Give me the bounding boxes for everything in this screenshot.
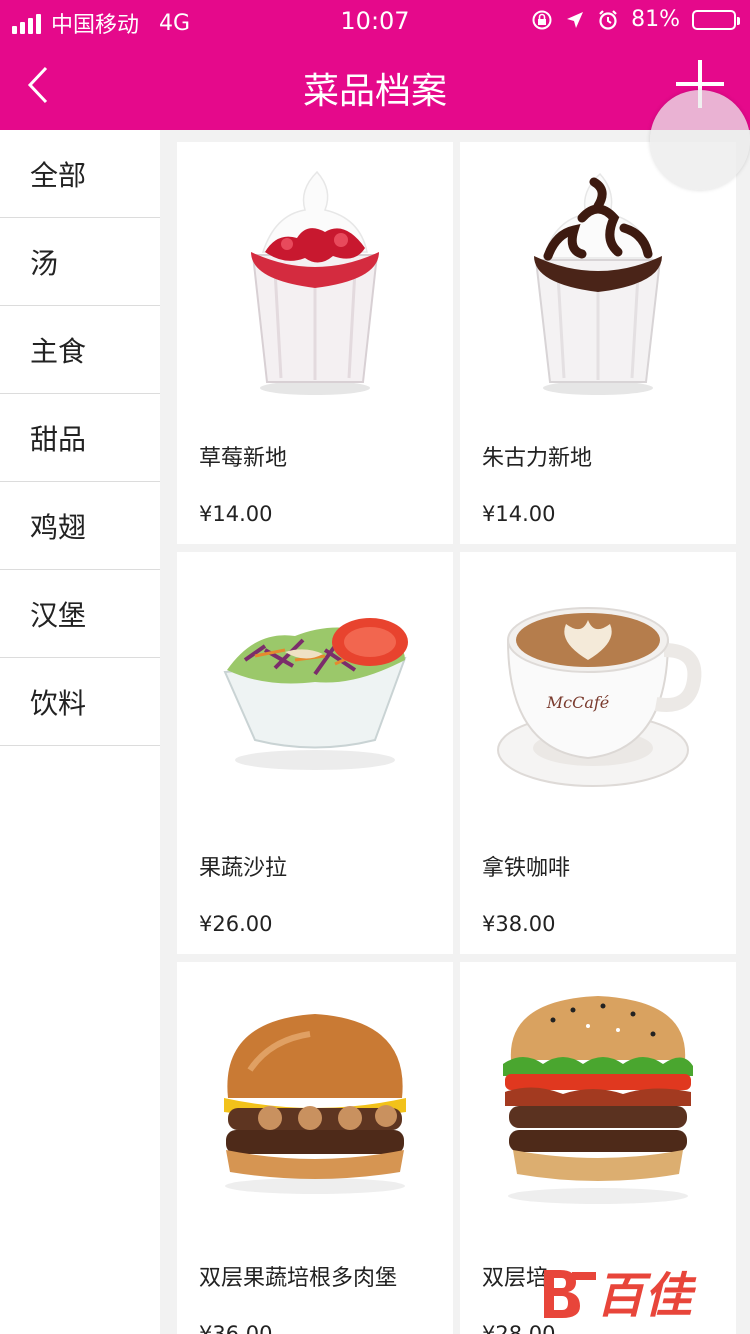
category-label: 饮料 <box>30 686 87 720</box>
category-label: 甜品 <box>30 422 87 456</box>
dish-name: 果蔬沙拉 <box>199 856 288 881</box>
dish-price: ¥26.00 <box>199 912 273 936</box>
strawberry-sundae-image <box>251 170 379 395</box>
category-item-burger[interactable]: 汉堡 <box>0 570 160 658</box>
dish-price: ¥28.00 <box>482 1322 556 1334</box>
battery-percent: 81% <box>631 7 680 32</box>
dish-name: 双层果蔬培根多肉堡 <box>199 1266 398 1291</box>
status-bar: 中国移动 4G 10:07 81% <box>0 0 750 40</box>
location-icon <box>567 11 584 28</box>
battery-icon <box>692 9 740 30</box>
chocolate-sundae-image <box>534 172 662 395</box>
dish-card[interactable]: 果蔬沙拉 ¥26.00 <box>177 552 453 954</box>
category-sidebar: 全部 汤 主食 甜品 鸡翅 汉堡 饮料 <box>0 130 160 1334</box>
dish-name: 朱古力新地 <box>482 446 593 471</box>
category-label: 汉堡 <box>30 598 87 632</box>
dish-name: 拿铁咖啡 <box>482 856 571 881</box>
bacon-burger-image <box>503 996 693 1204</box>
watermark-logo: 百佳 <box>544 1268 697 1322</box>
category-item-all[interactable]: 全部 <box>0 130 160 218</box>
category-label: 鸡翅 <box>30 510 87 544</box>
alarm-icon <box>599 9 617 30</box>
category-item-drinks[interactable]: 饮料 <box>0 658 160 746</box>
salad-image <box>223 618 408 770</box>
category-item-wings[interactable]: 鸡翅 <box>0 482 160 570</box>
dish-card[interactable]: 草莓新地 ¥14.00 <box>177 142 453 544</box>
dish-price: ¥36.00 <box>199 1322 273 1334</box>
category-label: 主食 <box>30 334 87 368</box>
category-label: 全部 <box>30 158 87 192</box>
category-item-dessert[interactable]: 甜品 <box>0 394 160 482</box>
dish-name: 草莓新地 <box>199 446 288 471</box>
dish-price: ¥38.00 <box>482 912 556 936</box>
double-burger-image <box>224 1014 406 1194</box>
rotation-lock-icon <box>532 10 552 29</box>
nav-header: 菜品档案 <box>0 40 750 130</box>
dish-card[interactable]: 朱古力新地 ¥14.00 <box>460 142 736 544</box>
dish-grid: 草莓新地 ¥14.00 朱古力新地 ¥14.00 果蔬沙拉 ¥26.00 McC… <box>177 142 737 1334</box>
category-item-staple[interactable]: 主食 <box>0 306 160 394</box>
page-title: 菜品档案 <box>302 71 447 112</box>
category-label: 汤 <box>30 246 59 280</box>
mccafe-cup-logo: McCafé <box>546 693 610 712</box>
floating-assistive-button[interactable] <box>650 90 750 190</box>
dish-card[interactable]: 双层果蔬培根多肉堡 ¥36.00 <box>177 962 453 1334</box>
watermark-text: 百佳 <box>596 1268 697 1322</box>
dish-price: ¥14.00 <box>199 502 273 526</box>
dish-card[interactable]: McCafé 拿铁咖啡 ¥38.00 <box>460 552 736 954</box>
category-item-soup[interactable]: 汤 <box>0 218 160 306</box>
latte-image: McCafé <box>497 607 702 787</box>
dish-price: ¥14.00 <box>482 502 556 526</box>
